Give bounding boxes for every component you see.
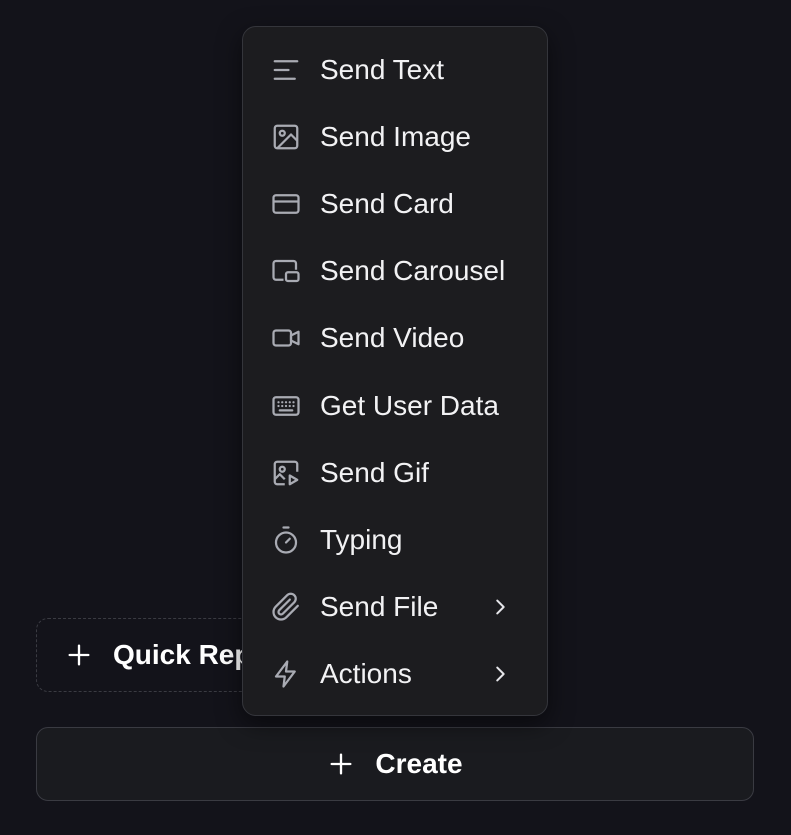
paperclip-icon xyxy=(269,590,303,624)
video-camera-icon xyxy=(269,321,303,355)
menu-item-send-card[interactable]: Send Card xyxy=(243,170,547,237)
keyboard-icon xyxy=(269,389,303,423)
add-block-menu: Send Text Send Image Send Card Send Caro… xyxy=(242,26,548,716)
quick-reply-label: Quick Rep xyxy=(113,639,252,670)
stopwatch-icon xyxy=(269,523,303,557)
menu-item-label: Send Gif xyxy=(320,456,429,488)
gif-image-play-icon xyxy=(269,456,303,490)
menu-item-label: Get User Data xyxy=(320,389,499,421)
menu-item-send-text[interactable]: Send Text xyxy=(243,36,547,103)
menu-item-label: Send Text xyxy=(320,53,445,85)
menu-item-get-user-data[interactable]: Get User Data xyxy=(243,372,547,439)
menu-item-label: Typing xyxy=(320,523,403,555)
menu-item-label: Send Image xyxy=(320,120,471,152)
menu-item-actions[interactable]: Actions xyxy=(243,641,547,708)
menu-item-send-carousel[interactable]: Send Carousel xyxy=(243,238,547,305)
plus-icon xyxy=(327,750,355,778)
menu-item-label: Send File xyxy=(320,591,439,623)
menu-item-send-file[interactable]: Send File xyxy=(243,574,547,641)
menu-item-send-image[interactable]: Send Image xyxy=(243,103,547,170)
image-icon xyxy=(269,120,303,154)
chevron-right-icon xyxy=(489,596,511,618)
page: Quick Rep Create Send Text Send Image Se… xyxy=(0,0,791,835)
menu-item-label: Send Carousel xyxy=(320,255,506,287)
menu-item-send-video[interactable]: Send Video xyxy=(243,305,547,372)
chevron-right-icon xyxy=(489,663,511,685)
text-lines-icon xyxy=(269,53,303,87)
create-button[interactable]: Create xyxy=(36,727,754,801)
menu-item-send-gif[interactable]: Send Gif xyxy=(243,439,547,506)
card-icon xyxy=(269,187,303,221)
carousel-icon xyxy=(269,254,303,288)
plus-icon xyxy=(65,641,93,669)
menu-item-label: Send Video xyxy=(320,322,465,354)
menu-item-label: Send Card xyxy=(320,187,454,219)
menu-item-label: Actions xyxy=(320,658,412,690)
lightning-bolt-icon xyxy=(269,657,303,691)
menu-item-typing[interactable]: Typing xyxy=(243,506,547,573)
create-label: Create xyxy=(375,748,463,779)
